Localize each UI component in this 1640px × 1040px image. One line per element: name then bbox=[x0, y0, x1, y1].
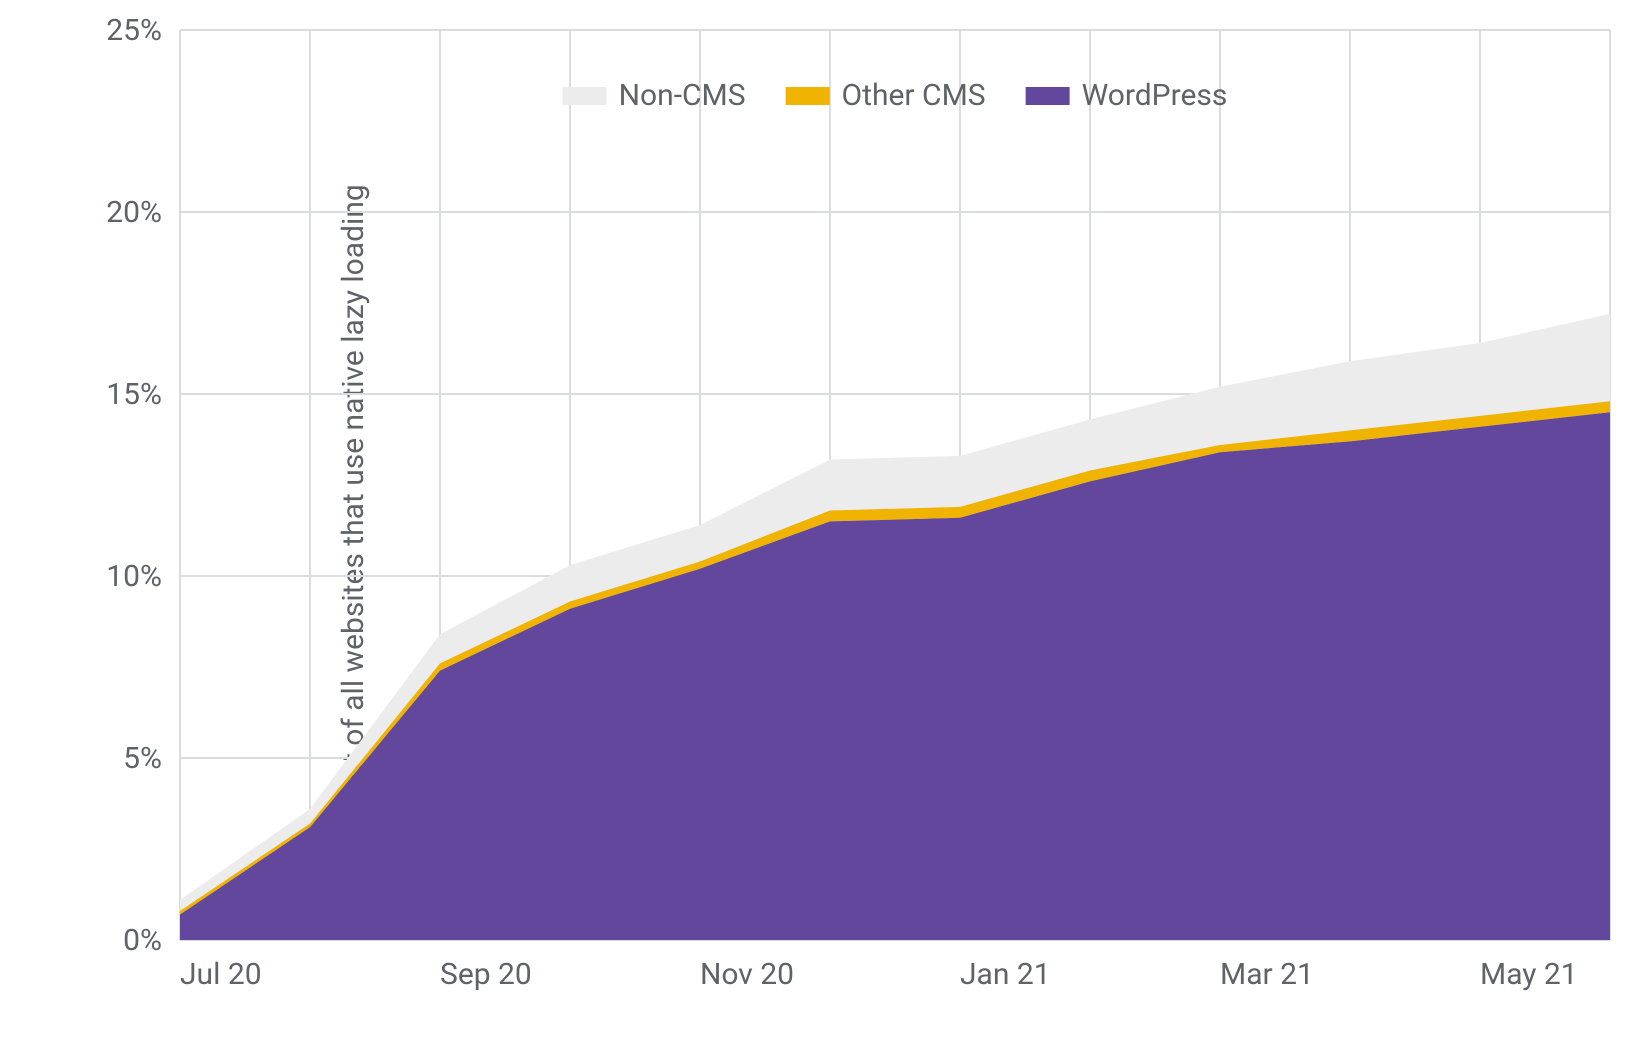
plot-area: 0%5%10%15%20%25%Jul 20Sep 20Nov 20Jan 21… bbox=[180, 30, 1610, 940]
legend: Non-CMS Other CMS WordPress bbox=[563, 78, 1228, 113]
svg-text:10%: 10% bbox=[106, 559, 162, 594]
legend-label-wordpress: WordPress bbox=[1082, 78, 1228, 113]
legend-label-othercms: Other CMS bbox=[842, 78, 986, 113]
svg-text:May 21: May 21 bbox=[1480, 957, 1578, 992]
swatch-wordpress-icon bbox=[1026, 87, 1070, 105]
svg-text:Nov 20: Nov 20 bbox=[700, 957, 794, 992]
swatch-othercms-icon bbox=[786, 87, 830, 105]
svg-text:Sep 20: Sep 20 bbox=[440, 957, 532, 992]
svg-text:Jul 20: Jul 20 bbox=[180, 957, 262, 992]
svg-text:Jan 21: Jan 21 bbox=[960, 957, 1051, 992]
svg-text:15%: 15% bbox=[106, 377, 162, 412]
svg-text:0%: 0% bbox=[123, 923, 162, 958]
legend-item-othercms: Other CMS bbox=[786, 78, 986, 113]
legend-label-noncms: Non-CMS bbox=[619, 78, 746, 113]
svg-text:Mar 21: Mar 21 bbox=[1220, 957, 1314, 992]
svg-text:5%: 5% bbox=[123, 741, 162, 776]
svg-text:20%: 20% bbox=[106, 195, 162, 230]
chart-svg: 0%5%10%15%20%25%Jul 20Sep 20Nov 20Jan 21… bbox=[180, 30, 1610, 1010]
chart-container: Percent of all websites that use native … bbox=[0, 0, 1640, 1040]
legend-item-wordpress: WordPress bbox=[1026, 78, 1228, 113]
swatch-noncms-icon bbox=[563, 87, 607, 105]
svg-text:25%: 25% bbox=[106, 13, 162, 48]
legend-item-noncms: Non-CMS bbox=[563, 78, 746, 113]
